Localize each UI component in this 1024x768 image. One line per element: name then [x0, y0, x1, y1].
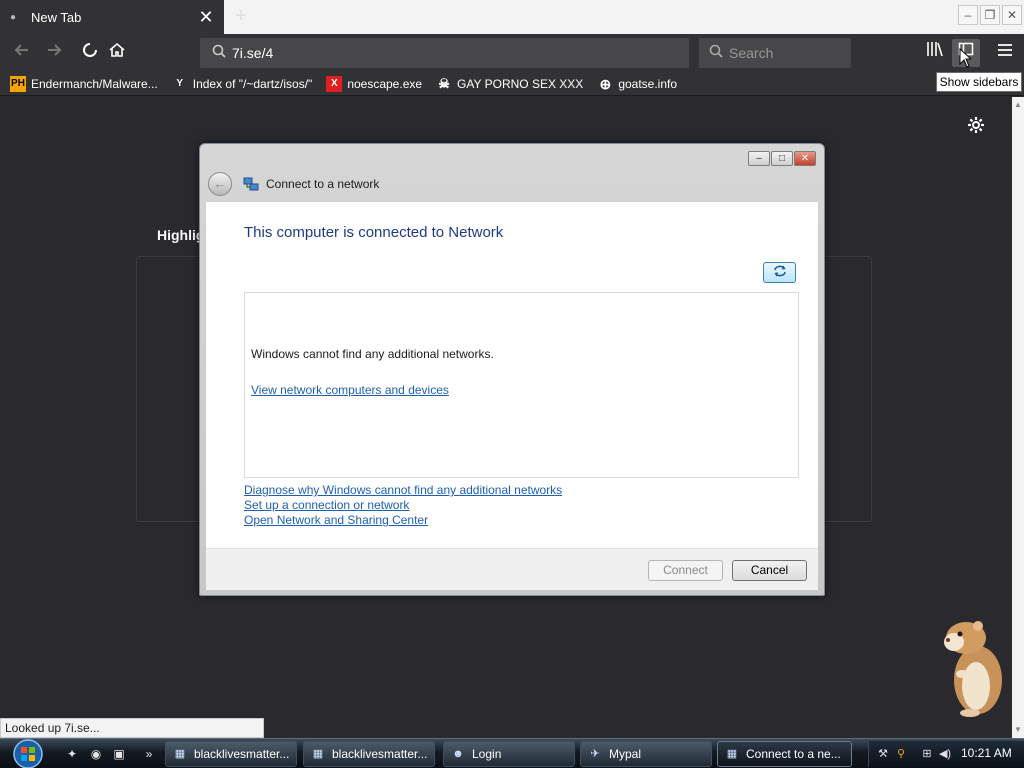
cancel-button[interactable]: Cancel	[732, 560, 807, 581]
tray-volume-icon[interactable]: ◀)	[937, 746, 953, 762]
taskbar-item-login[interactable]: ☻ Login	[443, 741, 575, 767]
connect-button[interactable]: Connect	[648, 560, 723, 581]
window-controls: – ❐ ✕	[958, 5, 1022, 25]
dialog-minimize-button[interactable]: –	[748, 151, 770, 166]
mouse-cursor-icon	[959, 48, 971, 68]
library-icon[interactable]	[921, 39, 949, 67]
highlights-heading: Highlig	[157, 227, 205, 243]
home-icon[interactable]	[103, 39, 131, 67]
screen: ● New Tab ✕ + – ❐ ✕ 7i.se/4 Search PH En…	[0, 0, 1024, 768]
taskbar-item-label: Mypal	[609, 747, 642, 761]
back-icon[interactable]	[8, 39, 36, 67]
quicklaunch-more-icon[interactable]: »	[141, 746, 157, 762]
ph-logo-icon: PH	[10, 75, 26, 92]
connect-to-network-dialog: – □ ✕ ← Connect to a network This comput…	[199, 143, 825, 596]
network-list: Windows cannot find any additional netwo…	[244, 292, 799, 478]
bookmark-label: goatse.info	[618, 76, 678, 91]
url-text: 7i.se/4	[232, 45, 274, 61]
no-networks-message: Windows cannot find any additional netwo…	[251, 347, 494, 361]
url-bar[interactable]: 7i.se/4	[200, 38, 689, 68]
scroll-down-icon[interactable]: ▼	[1012, 724, 1024, 736]
tray-search-icon[interactable]: ⚲	[893, 746, 909, 762]
quicklaunch-desktop-icon[interactable]: ▣	[111, 746, 127, 762]
browser-tab-bar: ● New Tab ✕ + – ❐ ✕	[0, 0, 1024, 34]
minimize-button[interactable]: –	[958, 5, 978, 25]
network-icon: ▦	[726, 748, 738, 760]
tab-loading-dot: ●	[10, 11, 17, 23]
forward-icon[interactable]	[40, 39, 68, 67]
hamburger-menu-icon[interactable]	[991, 39, 1019, 67]
quicklaunch-bug-icon[interactable]: ✦	[64, 746, 80, 762]
diagnose-link[interactable]: Diagnose why Windows cannot find any add…	[244, 483, 562, 497]
tray-tool-icon[interactable]: ⚒	[875, 746, 891, 762]
search-icon	[703, 44, 729, 62]
refresh-networks-button[interactable]	[763, 262, 796, 283]
dialog-maximize-button[interactable]: □	[771, 151, 793, 166]
sidebar-tooltip: Show sidebars	[936, 72, 1022, 92]
new-tab-button[interactable]: +	[226, 0, 256, 32]
browser-status-bar: Looked up 7i.se...	[0, 718, 264, 738]
dialog-heading: This computer is connected to Network	[244, 224, 504, 241]
search-placeholder: Search	[729, 45, 774, 61]
taskbar-item-label: Connect to a ne...	[746, 747, 841, 761]
dialog-caption: Connect to a network	[266, 177, 380, 191]
dialog-close-button[interactable]: ✕	[794, 151, 816, 166]
gear-icon[interactable]	[966, 115, 986, 140]
page-scrollbar[interactable]: ▲ ▼	[1012, 97, 1024, 738]
y-logo-icon: Y	[176, 77, 184, 89]
taskbar-item-label: Login	[472, 747, 502, 761]
dialog-footer: Connect Cancel	[206, 548, 818, 590]
navigation-toolbar: 7i.se/4 Search	[0, 34, 1024, 72]
tray-network-icon[interactable]: ⊞	[919, 746, 935, 762]
tab-new-tab[interactable]: ● New Tab ✕	[0, 0, 224, 34]
network-icon	[243, 176, 259, 192]
start-button-icon[interactable]	[6, 739, 46, 768]
taskbar-item-blacklivesmatter-2[interactable]: ▦ blacklivesmatter...	[303, 741, 435, 767]
bookmark-label: Endermanch/Malware...	[31, 76, 158, 91]
skull-icon: ☠	[438, 75, 450, 91]
network-app-icon: ▦	[174, 748, 186, 760]
bookmark-noescape[interactable]: X noescape.exe	[326, 75, 423, 92]
search-icon	[206, 44, 232, 62]
taskbar-clock[interactable]: 10:21 AM	[961, 746, 1012, 760]
bookmarks-bar: PH Endermanch/Malware... Y Index of "/~d…	[0, 72, 1024, 96]
quicklaunch-browser-icon[interactable]: ◉	[88, 746, 104, 762]
view-network-computers-link[interactable]: View network computers and devices	[251, 383, 449, 397]
bookmark-endermanch[interactable]: PH Endermanch/Malware...	[10, 75, 158, 92]
network-app-icon: ▦	[312, 748, 324, 760]
tab-close-icon[interactable]: ✕	[196, 8, 216, 26]
bookmark-index-dartz[interactable]: Y Index of "/~dartz/isos/"	[172, 76, 313, 92]
bookmark-label: GAY PORNO SEX XXX	[457, 76, 584, 91]
taskbar-item-connect-network[interactable]: ▦ Connect to a ne...	[717, 741, 852, 767]
search-bar[interactable]: Search	[699, 38, 851, 68]
taskbar-item-blacklivesmatter-1[interactable]: ▦ blacklivesmatter...	[165, 741, 297, 767]
taskbar-item-mypal[interactable]: ✈ Mypal	[580, 741, 712, 767]
setup-connection-link[interactable]: Set up a connection or network	[244, 498, 409, 512]
dialog-body: This computer is connected to Network Wi…	[206, 202, 818, 548]
bookmark-goatse[interactable]: ⊕ goatse.info	[597, 76, 677, 92]
hamster-icon	[944, 621, 1002, 717]
tab-title: New Tab	[31, 9, 82, 25]
mypal-icon: ✈	[590, 748, 600, 760]
stop-loading-icon[interactable]	[76, 39, 104, 67]
windows-taskbar: ✦ ◉ ▣ » ▦ blacklivesmatter... ▦ blackliv…	[0, 738, 1024, 768]
tab-strip-background	[224, 0, 1024, 34]
x-logo-icon: X	[326, 75, 343, 92]
user-icon: ☻	[452, 748, 464, 760]
taskbar-item-label: blacklivesmatter...	[194, 747, 290, 761]
taskbar-item-label: blacklivesmatter...	[332, 747, 428, 761]
dialog-back-button[interactable]: ←	[208, 172, 232, 196]
bookmark-label: Index of "/~dartz/isos/"	[192, 76, 313, 91]
dialog-window-controls: – □ ✕	[748, 151, 816, 166]
network-sharing-center-link[interactable]: Open Network and Sharing Center	[244, 513, 428, 527]
globe-icon: ⊕	[599, 75, 612, 92]
system-tray: ⚒ ⚲ ⊞ ◀) 10:21 AM	[868, 741, 1024, 767]
bookmark-xxx[interactable]: ☠ GAY PORNO SEX XXX	[436, 76, 583, 92]
restore-button[interactable]: ❐	[980, 5, 1000, 25]
scroll-up-icon[interactable]: ▲	[1012, 99, 1024, 111]
bookmark-label: noescape.exe	[347, 76, 423, 91]
close-window-button[interactable]: ✕	[1002, 5, 1022, 25]
